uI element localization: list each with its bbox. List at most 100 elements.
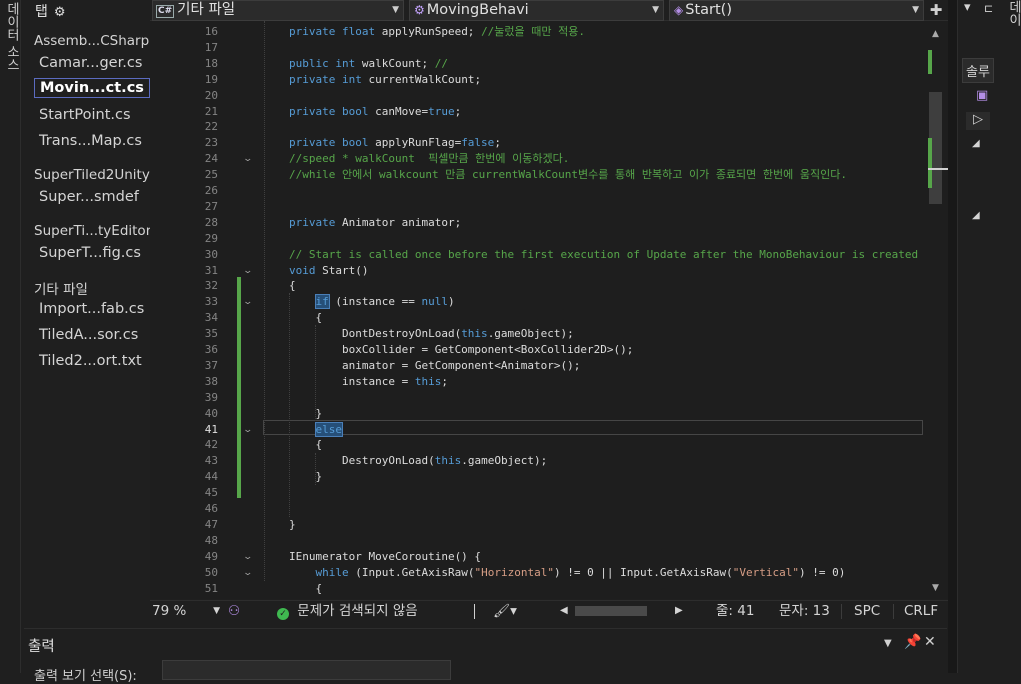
- code-token: //while 안에서 walkcount 만큼 currentWalkCoun…: [289, 168, 848, 182]
- solution-explorer-tab[interactable]: 솔루: [962, 58, 994, 83]
- tab-item-moving-behaviour[interactable]: Movin...ct.cs: [34, 78, 150, 98]
- fold-chevron-icon[interactable]: ⌄: [242, 425, 253, 435]
- line-number: 38: [204, 374, 218, 388]
- code-line[interactable]: {: [289, 310, 322, 326]
- whitespace-indicator[interactable]: SPC: [854, 601, 880, 621]
- code-line[interactable]: DontDestroyOnLoad(this.gameObject);: [289, 326, 574, 342]
- column-indicator[interactable]: 문자: 13: [779, 601, 830, 621]
- issues-indicator[interactable]: ✓ 문제가 검색되지 않음: [277, 601, 418, 621]
- pin-icon[interactable]: ⊏: [984, 2, 993, 15]
- expand-right-icon[interactable]: ▷: [966, 112, 990, 130]
- code-line[interactable]: private int currentWalkCount;: [289, 72, 481, 88]
- tab-panel-title: 탭: [35, 4, 48, 20]
- horizontal-scroll-thumb[interactable]: [575, 606, 647, 616]
- scroll-down-icon[interactable]: ▼: [932, 583, 939, 593]
- cleanup-brush-icon[interactable]: 🖌▾: [493, 601, 517, 621]
- line-indicator[interactable]: 줄: 41: [716, 601, 754, 621]
- fold-chevron-icon[interactable]: ⌄: [242, 552, 253, 562]
- code-line[interactable]: if (instance == null): [289, 294, 455, 310]
- code-line[interactable]: }: [289, 469, 322, 485]
- code-token: this: [461, 327, 488, 341]
- code-line[interactable]: IEnumerator MoveCoroutine() {: [289, 549, 481, 565]
- fold-chevron-icon[interactable]: ⌄: [242, 154, 253, 164]
- copilot-icon[interactable]: ⚇: [228, 601, 240, 621]
- code-editor[interactable]: 16 17 18 19 20 21 22 23 24 25 26 27 28 29 30 31 32 33 34 35…: [150, 21, 928, 599]
- line-number: 20: [204, 88, 218, 102]
- vertical-scrollbar[interactable]: ▲ ▼: [928, 21, 948, 599]
- line-number: 31: [204, 263, 218, 277]
- code-line[interactable]: boxCollider = GetComponent<BoxCollider2D…: [289, 342, 633, 358]
- tab-item-transfer-map[interactable]: Trans...Map.cs: [39, 133, 142, 149]
- code-line[interactable]: else: [289, 421, 343, 438]
- scroll-left-icon[interactable]: ◀: [560, 601, 568, 621]
- code-line[interactable]: private float applyRunSpeed; //눌렀을 때만 적용…: [289, 24, 585, 40]
- zoom-level: 79 %: [152, 603, 187, 619]
- chevron-down-icon[interactable]: ▼: [884, 638, 892, 649]
- code-line[interactable]: while (Input.GetAxisRaw("Horizontal") !=…: [289, 565, 846, 581]
- code-line[interactable]: private bool canMove=true;: [289, 104, 461, 120]
- code-token: else: [314, 421, 343, 437]
- code-line[interactable]: {: [289, 437, 322, 453]
- line-number: 35: [204, 327, 218, 341]
- pin-icon[interactable]: 📌: [904, 634, 921, 650]
- tab-item-supert-config[interactable]: SuperT...fig.cs: [39, 245, 141, 261]
- code-line[interactable]: void Start(): [289, 263, 368, 279]
- code-line[interactable]: {: [289, 278, 296, 294]
- code-token: walkCount;: [361, 56, 435, 70]
- line-number: 26: [204, 184, 218, 197]
- project-dropdown[interactable]: C# 기타 파일 ▼: [152, 0, 404, 21]
- code-token: null: [421, 295, 448, 309]
- line-number: 30: [204, 247, 218, 261]
- collapse-triangle-icon[interactable]: ◢: [972, 210, 980, 221]
- code-line[interactable]: instance = this;: [289, 374, 448, 390]
- scroll-right-icon[interactable]: ▶: [675, 601, 683, 621]
- tab-item-tiled2-import-txt[interactable]: Tiled2...ort.txt: [39, 353, 142, 369]
- tab-item-camera-manager[interactable]: Camar...ger.cs: [39, 55, 142, 71]
- code-token: DontDestroyOnLoad(: [289, 327, 462, 341]
- line-number: 36: [204, 343, 218, 356]
- code-token: ) != 0): [799, 565, 846, 579]
- code-line[interactable]: animator = GetComponent<Animator>();: [289, 358, 580, 374]
- code-line[interactable]: //while 안에서 walkcount 만큼 currentWalkCoun…: [289, 167, 847, 183]
- code-line[interactable]: // Start is called once before the first…: [289, 247, 918, 263]
- vs-project-icon[interactable]: ▣: [976, 88, 988, 103]
- code-line[interactable]: private bool applyRunFlag=false;: [289, 135, 501, 151]
- output-source-select[interactable]: [162, 660, 451, 680]
- code-line[interactable]: {: [289, 581, 322, 597]
- scrollbar-change-marker: [928, 138, 932, 188]
- current-line-highlight: [263, 420, 923, 435]
- code-line[interactable]: private Animator animator;: [289, 215, 461, 231]
- line-ending-indicator[interactable]: CRLF: [904, 601, 938, 621]
- tab-panel-header: 탭 ⚙: [35, 1, 66, 21]
- fold-chevron-icon[interactable]: ⌄: [242, 568, 253, 578]
- code-line[interactable]: //speed * walkCount 픽셀만큼 한번에 이동하겠다.: [289, 151, 569, 167]
- code-token: ;: [494, 136, 501, 150]
- panel-menu-icon[interactable]: ▾: [964, 0, 971, 15]
- member-dropdown[interactable]: ◈ Start() ▼: [669, 0, 924, 21]
- data-side-tab[interactable]: 데이: [1004, 0, 1021, 26]
- class-dropdown[interactable]: ⚙ MovingBehavi ▼: [409, 0, 664, 21]
- data-sources-strip[interactable]: 데이터 소스: [0, 0, 21, 673]
- line-number: 44: [204, 470, 218, 484]
- fold-chevron-icon[interactable]: ⌄: [242, 266, 253, 276]
- scroll-up-icon[interactable]: ▲: [932, 29, 939, 39]
- group-misc-files: 기타 파일: [34, 282, 88, 298]
- data-sources-label[interactable]: 데이터 소스: [2, 2, 21, 71]
- code-line[interactable]: }: [289, 517, 296, 533]
- tab-item-start-point[interactable]: StartPoint.cs: [39, 107, 131, 123]
- split-editor-icon[interactable]: ✚: [927, 0, 945, 20]
- code-line[interactable]: }: [289, 406, 322, 422]
- tab-item-import-prefab[interactable]: Import...fab.cs: [39, 301, 144, 317]
- splitter[interactable]: [948, 0, 957, 673]
- collapse-triangle-icon[interactable]: ◢: [972, 138, 980, 149]
- tab-item-tiled-asset-processor[interactable]: TiledA...sor.cs: [39, 327, 138, 343]
- tab-item-super-asmdef[interactable]: Super...smdef: [39, 189, 139, 205]
- code-line[interactable]: DestroyOnLoad(this.gameObject);: [289, 453, 547, 469]
- code-line[interactable]: public int walkCount; //: [289, 56, 448, 72]
- code-token: if: [314, 294, 330, 310]
- close-icon[interactable]: ✕: [924, 634, 936, 650]
- gear-icon[interactable]: ⚙: [54, 5, 66, 20]
- fold-chevron-icon[interactable]: ⌄: [242, 297, 253, 307]
- line-number: 22: [204, 120, 218, 134]
- zoom-dropdown[interactable]: 79 % ▼: [150, 601, 222, 620]
